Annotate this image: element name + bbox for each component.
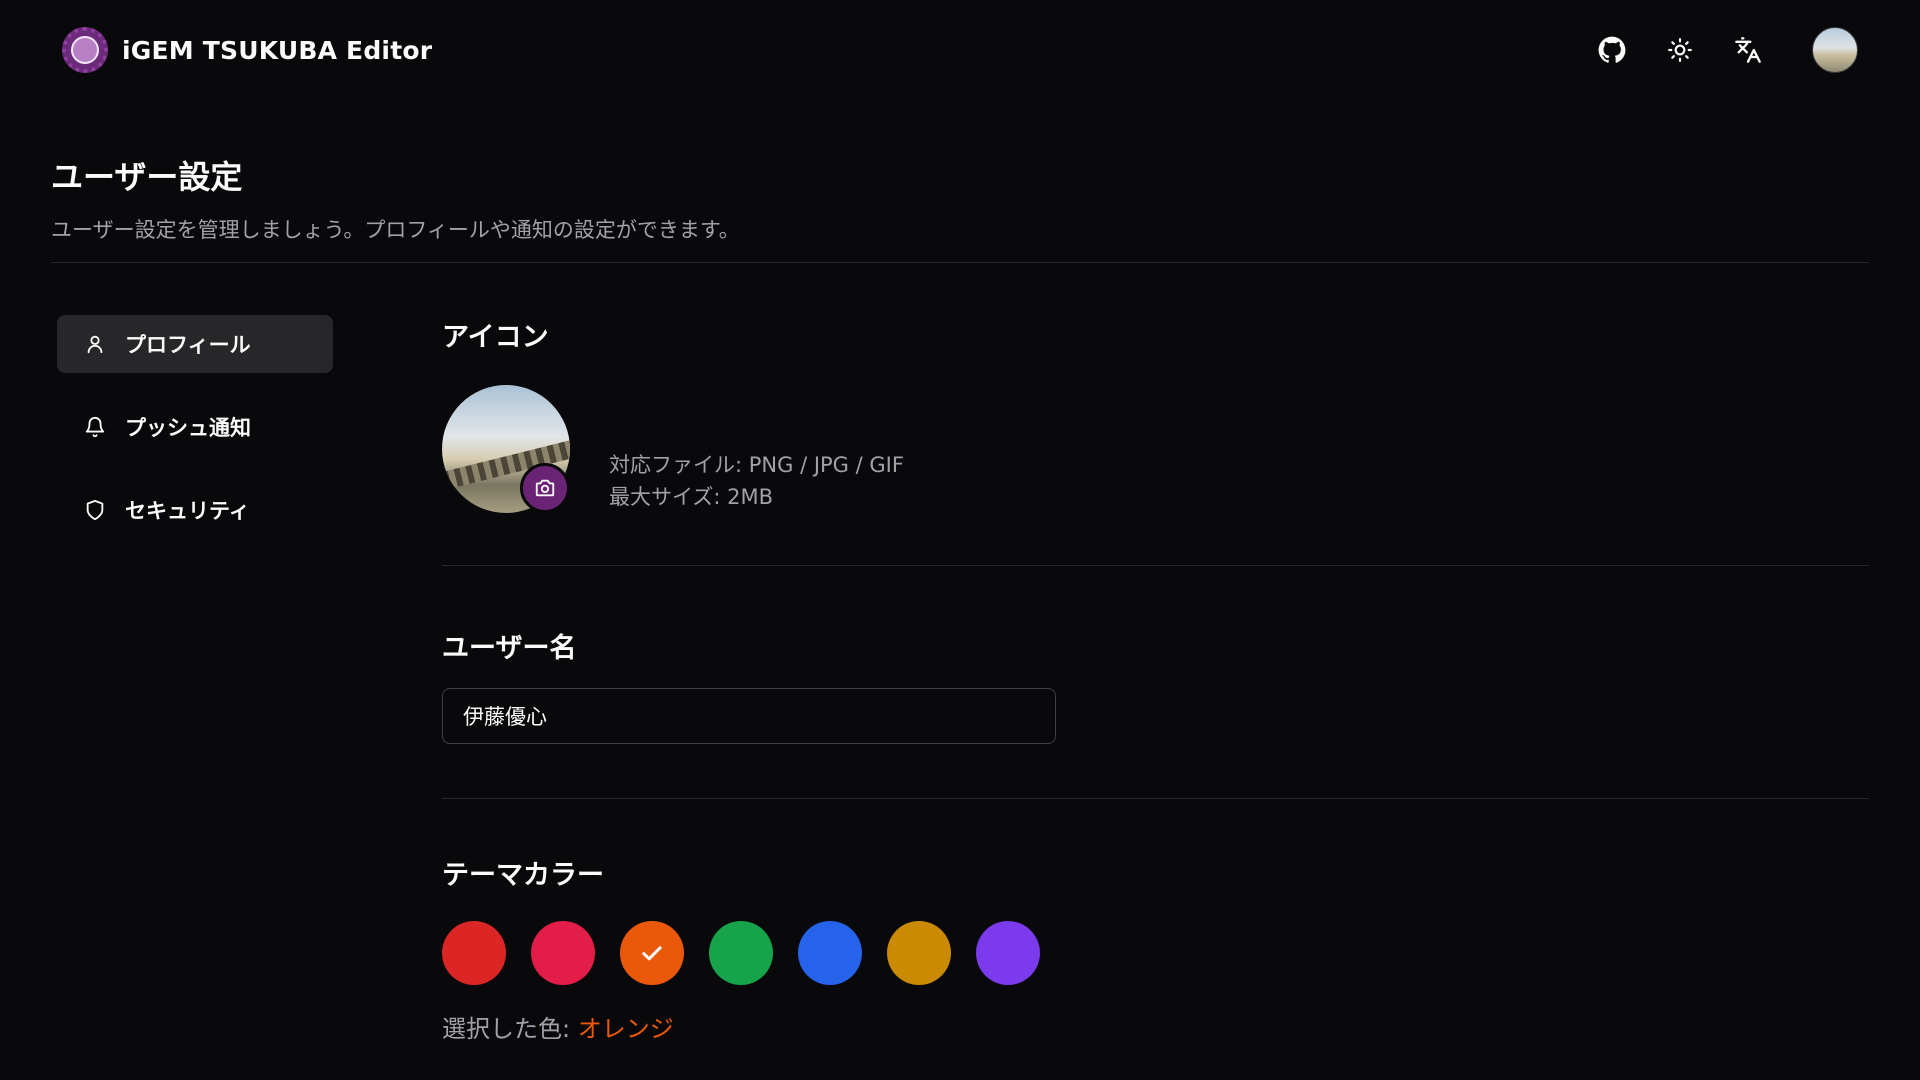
color-swatch-orange[interactable] [620, 921, 684, 985]
theme-color-section: テーマカラー 選択した色: オレンジ [442, 799, 1869, 1059]
shield-icon [83, 498, 107, 522]
max-size-text: 最大サイズ: 2MB [609, 485, 774, 509]
color-swatches [442, 921, 1040, 985]
check-icon [642, 946, 662, 961]
sun-icon[interactable] [1664, 34, 1696, 66]
color-swatch-red[interactable] [442, 921, 506, 985]
profile-settings: アイコン 対応ファイル: PNG / JPG / GIF 最大サイズ: 2MB … [442, 315, 1869, 1059]
sidebar-item-label: プロフィール [125, 333, 251, 357]
file-info: 対応ファイル: PNG / JPG / GIF 最大サイズ: 2MB [609, 449, 904, 513]
sidebar-item-push-notifications[interactable]: プッシュ通知 [57, 398, 333, 456]
section-title-theme-color: テーマカラー [442, 860, 604, 891]
selected-color-value: オレンジ [577, 1015, 674, 1043]
section-title-icon: アイコン [442, 322, 549, 353]
color-swatch-rose[interactable] [531, 921, 595, 985]
bell-icon [83, 415, 107, 439]
avatar-upload[interactable] [442, 385, 572, 515]
sidebar-item-security[interactable]: セキュリティ [57, 481, 333, 539]
username-input[interactable] [442, 688, 1056, 744]
user-icon [83, 332, 107, 356]
sidebar-item-label: プッシュ通知 [125, 416, 251, 440]
color-swatch-violet[interactable] [976, 921, 1040, 985]
color-swatch-amber[interactable] [887, 921, 951, 985]
page-description: ユーザー設定を管理しましょう。プロフィールや通知の設定ができます。 [51, 218, 740, 242]
header-divider [51, 262, 1869, 263]
icon-section: アイコン 対応ファイル: PNG / JPG / GIF 最大サイズ: 2MB [442, 315, 1869, 565]
file-types-text: 対応ファイル: PNG / JPG / GIF [609, 453, 904, 477]
section-title-username: ユーザー名 [442, 633, 577, 664]
camera-icon[interactable] [520, 463, 570, 513]
page-header: ユーザー設定 ユーザー設定を管理しましょう。プロフィールや通知の設定ができます。 [51, 152, 1869, 244]
sidebar-item-profile[interactable]: プロフィール [57, 315, 333, 373]
translate-icon[interactable] [1732, 34, 1764, 66]
color-swatch-green[interactable] [709, 921, 773, 985]
page-title: ユーザー設定 [51, 158, 243, 196]
selected-color-text: 選択した色: オレンジ [442, 1009, 674, 1044]
color-swatch-blue[interactable] [798, 921, 862, 985]
user-avatar[interactable] [1812, 27, 1858, 73]
app-title: iGEM TSUKUBA Editor [122, 35, 433, 65]
sidebar-item-label: セキュリティ [125, 499, 250, 523]
app-header: iGEM TSUKUBA Editor [0, 0, 1920, 100]
igem-logo-icon [62, 27, 108, 73]
brand[interactable]: iGEM TSUKUBA Editor [62, 27, 432, 73]
selected-color-label: 選択した色: [442, 1015, 578, 1043]
header-actions [1596, 27, 1858, 73]
username-section: ユーザー名 [442, 566, 1869, 798]
github-icon[interactable] [1596, 34, 1628, 66]
settings-sidebar: プロフィール プッシュ通知 セキュリティ [57, 315, 333, 564]
